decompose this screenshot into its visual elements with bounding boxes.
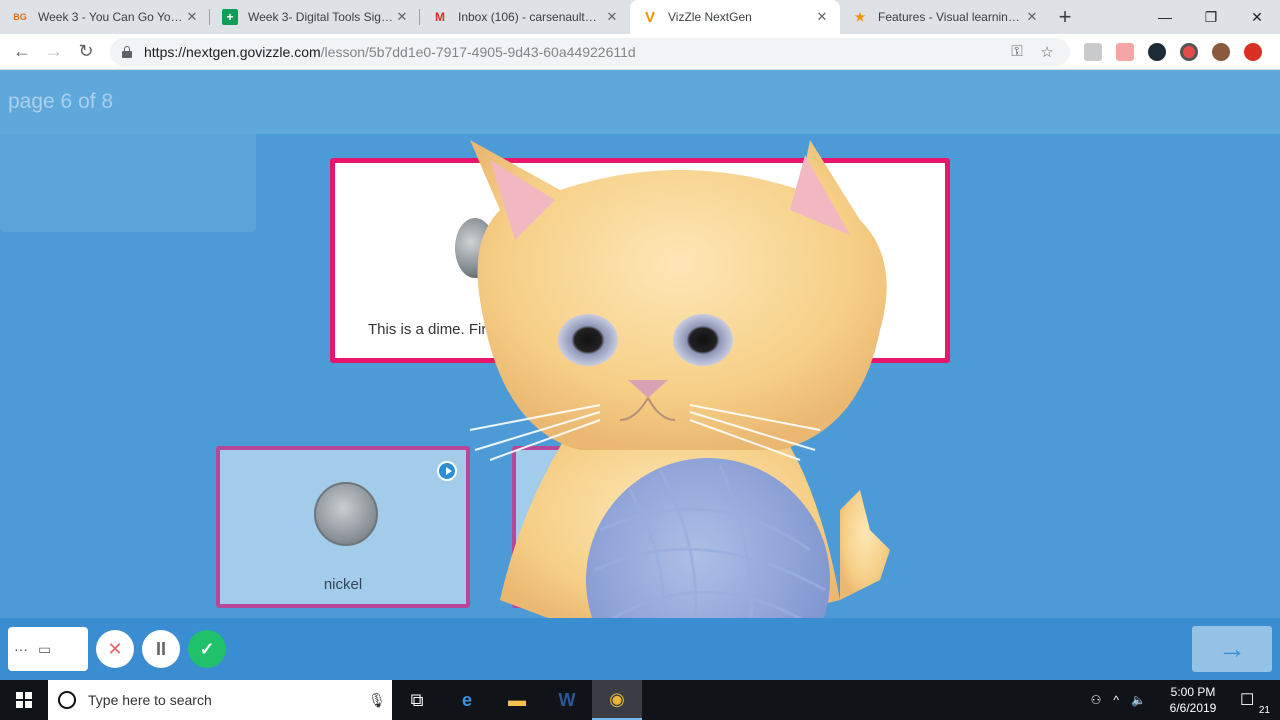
tab-title: Inbox (106) - carsenault@schools — [458, 10, 604, 24]
answer-card-label: nickel — [323, 576, 363, 593]
extension-icon[interactable] — [1084, 42, 1102, 61]
forward-arrow-icon[interactable]: → — [38, 41, 70, 62]
system-tray: ⚇ ^ 🔈 5:00 PM 6/6/2019 ☐ 21 — [1091, 680, 1280, 720]
page-header: page 6 of 8 — [0, 70, 1280, 134]
page-indicator: page 6 of 8 — [8, 90, 114, 113]
url-field[interactable]: https://nextgen.govizzle.com/lesson/5b7d… — [110, 37, 1070, 66]
chevron-up-icon[interactable]: ^ — [1113, 693, 1119, 707]
more-icon[interactable]: ··· — [14, 641, 28, 657]
file-explorer-icon[interactable]: ▬ — [492, 680, 542, 720]
sheets-favicon-icon: + — [222, 9, 238, 25]
volume-icon[interactable]: 🔈 — [1131, 693, 1146, 707]
key-icon[interactable]: ⚿ — [1006, 43, 1028, 60]
extension-icon[interactable] — [1116, 42, 1134, 61]
pause-button[interactable]: II — [142, 630, 180, 668]
extension-icon[interactable] — [1148, 42, 1166, 61]
clock[interactable]: 5:00 PM 6/6/2019 — [1158, 684, 1228, 716]
nickel-coin-image — [314, 482, 378, 546]
new-tab-button[interactable]: + — [1050, 0, 1080, 34]
task-view-icon[interactable]: ⧉ — [392, 680, 442, 720]
exit-lesson-button[interactable]: ✕ — [96, 630, 134, 668]
vizzle-favicon-icon: V — [644, 8, 655, 26]
bgsu-favicon-icon: BG — [13, 12, 27, 22]
tab-close-icon[interactable]: ✕ — [394, 9, 410, 25]
browser-tab-active[interactable]: V VizZle NextGen ✕ — [630, 0, 840, 34]
browser-tab-strip: BG Week 3 - You Can Go Your Own Way ✕ + … — [0, 0, 1280, 34]
star-favicon-icon: ★ — [854, 10, 866, 24]
extension-icon[interactable] — [1180, 42, 1198, 61]
reload-icon[interactable]: ↻ — [70, 41, 102, 62]
clock-time: 5:00 PM — [1170, 685, 1216, 699]
camera-icon[interactable]: ▭ — [38, 641, 51, 658]
gmail-favicon-icon: M — [435, 10, 445, 24]
people-icon[interactable]: ⚇ — [1091, 693, 1102, 707]
search-placeholder: Type here to search — [88, 692, 212, 708]
lesson-controls: ··· ▭ ✕ II ✓ — [8, 627, 226, 671]
extension-icon[interactable] — [1244, 42, 1262, 61]
edge-icon[interactable]: e — [442, 680, 492, 720]
tab-title: Features - Visual learning lessons — [878, 10, 1024, 24]
check-button[interactable]: ✓ — [188, 630, 226, 668]
clock-date: 6/6/2019 — [1169, 701, 1217, 715]
url-text: https://nextgen.govizzle.com/lesson/5b7d… — [144, 44, 998, 60]
window-close-button[interactable]: ✕ — [1234, 0, 1280, 34]
browser-tab[interactable]: M Inbox (106) - carsenault@schools ✕ — [420, 0, 630, 34]
action-center-icon[interactable]: ☐ 21 — [1240, 690, 1270, 716]
tab-title: Week 3- Digital Tools Sign Up — [248, 10, 394, 24]
browser-tab[interactable]: + Week 3- Digital Tools Sign Up ✕ — [210, 0, 420, 34]
kitten-reward-image — [469, 140, 890, 650]
minimize-button[interactable]: — — [1142, 0, 1188, 34]
tab-title: Week 3 - You Can Go Your Own Way — [38, 10, 184, 24]
chrome-icon[interactable]: ◉ — [592, 680, 642, 720]
microphone-icon[interactable]: 🎙 — [362, 692, 392, 709]
address-bar: ← → ↻ https://nextgen.govizzle.com/lesso… — [0, 34, 1280, 70]
extensions-area — [1084, 42, 1262, 61]
browser-tab[interactable]: BG Week 3 - You Can Go Your Own Way ✕ — [0, 0, 210, 34]
tab-close-icon[interactable]: ✕ — [184, 9, 200, 25]
cortana-icon — [58, 691, 76, 709]
tab-close-icon[interactable]: ✕ — [604, 9, 620, 25]
play-audio-icon[interactable] — [437, 461, 457, 481]
start-button[interactable] — [0, 680, 48, 720]
next-page-button[interactable]: → — [1192, 626, 1272, 672]
browser-tab[interactable]: ★ Features - Visual learning lessons ✕ — [840, 0, 1050, 34]
taskbar-search[interactable]: Type here to search 🎙 — [48, 680, 392, 720]
url-host: https://nextgen.govizzle.com — [144, 43, 321, 60]
tools-menu[interactable]: ··· ▭ — [8, 627, 88, 671]
tab-close-icon[interactable]: ✕ — [814, 9, 830, 25]
restore-button[interactable]: ❐ — [1188, 0, 1234, 34]
notification-count: 21 — [1258, 705, 1270, 716]
lesson-app: page 6 of 8 This is a dime. Fir me nicke… — [0, 70, 1280, 680]
url-path: /lesson/5b7dd1e0-7917-4905-9d43-60a44922… — [320, 43, 636, 60]
back-arrow-icon[interactable]: ← — [6, 41, 38, 62]
bookmark-star-icon[interactable]: ☆ — [1036, 43, 1058, 61]
windows-taskbar: Type here to search 🎙 ⧉ e ▬ W ◉ ⚇ ^ 🔈 5:… — [0, 680, 1280, 720]
profile-avatar[interactable] — [1212, 42, 1230, 61]
windows-logo-icon — [16, 692, 32, 708]
lock-icon — [122, 45, 132, 58]
window-controls: — ❐ ✕ — [1142, 0, 1280, 34]
answer-card-nickel[interactable]: nickel — [216, 446, 470, 608]
tab-title: VizZle NextGen — [668, 10, 752, 24]
word-icon[interactable]: W — [542, 680, 592, 720]
tab-close-icon[interactable]: ✕ — [1024, 9, 1040, 25]
